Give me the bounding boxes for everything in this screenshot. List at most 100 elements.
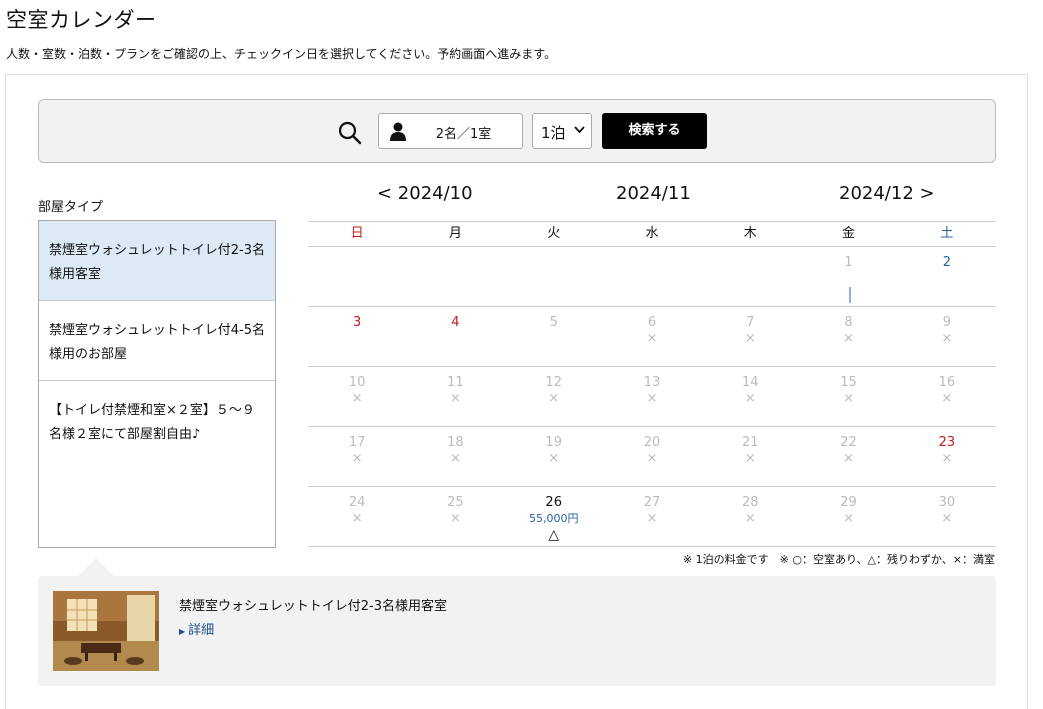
calendar-day-cell: 19 × [505,427,603,486]
day-number: 16 [938,375,956,390]
availability-mark: × [646,331,658,346]
detail-room-name: 禁煙室ウォシュレットトイレ付2-3名様用客室 [179,599,447,614]
calendar-day-cell: 1 [799,247,897,306]
availability-mark: × [843,331,855,346]
availability-mark: × [941,391,953,406]
legend-note: ※ 1泊の料金です ※ ○：空室あり、△：残りわずか、×：満室 [682,553,995,566]
calendar-day-cell: 12 × [505,367,603,426]
day-price: 55,000円 [528,512,579,525]
day-number: 2 [942,255,951,270]
day-number: 13 [643,375,661,390]
day-number: 24 [348,495,366,510]
day-number: 18 [447,435,464,450]
day-number: 17 [348,435,366,450]
calendar-day-cell: 28 × [701,487,799,546]
availability-mark: × [744,451,756,466]
day-number: 27 [643,495,661,510]
calendar-day-cell[interactable]: 26 55,000円 △ [505,487,603,546]
room-photo [53,591,159,671]
triangle-right-icon: ▶ [179,627,186,636]
calendar-day-cell: 9 × [898,307,996,366]
day-number: 29 [840,495,857,510]
day-number: 4 [451,315,460,330]
calendar-day-cell: 24 × [308,487,406,546]
search-button[interactable]: 検索する [602,113,707,149]
calendar-day-cell: 27 × [603,487,701,546]
calendar-day-cell: 22 × [799,427,897,486]
day-number: 10 [348,375,366,390]
calendar-day-cell: 11 × [406,367,504,426]
day-number: 3 [353,315,362,330]
calendar-body: 1 2 3 4 5 6 × 7 × 8 × 9 × 10 × 11 × 12 × 13 × 14 × 15 × 16 × 17 × 18 ×… [308,247,996,547]
weekday-label: 日 [350,226,364,241]
calendar-week-row: 12 [308,247,996,307]
availability-mark: × [941,331,953,346]
calendar-day-cell: 30 × [898,487,996,546]
availability-mark: × [351,511,363,526]
weekday-label: 土 [940,226,954,241]
day-number: 1 [844,255,853,270]
day-number: 9 [942,315,951,330]
calendar-day-cell: 17 × [308,427,406,486]
prev-month-link[interactable]: < 2024/10 [377,183,473,204]
calendar-day-cell: 23 × [898,427,996,486]
calendar-week-row: 3 4 5 6 × 7 × 8 × 9 × [308,307,996,367]
availability-mark: × [449,511,461,526]
calendar-panel: 2名／1室 1泊 検索する 部屋タイプ 禁煙室ウォシュレットトイレ付2-3名様用… [5,74,1028,709]
calendar-day-cell: 10 × [308,367,406,426]
calendar-empty-cell [603,247,701,306]
day-number: 15 [840,375,857,390]
calendar-day-cell: 29 × [799,487,897,546]
detail-link[interactable]: ▶ 詳細 [179,619,214,638]
room-type-item[interactable]: 禁煙室ウォシュレットトイレ付2-3名様用客室 [39,221,275,301]
availability-mark: △ [548,527,560,543]
calendar-day-cell: 21 × [701,427,799,486]
day-number: 21 [742,435,759,450]
weekday-header: 日 月 火 水 木 金 土 [308,222,996,247]
calendar-empty-cell [505,247,603,306]
weekday-label: 水 [645,226,659,241]
calendar-day-cell: 2 [898,247,996,306]
availability-mark: × [646,391,658,406]
day-number: 28 [742,495,759,510]
intro-text: 人数・室数・泊数・プランをご確認の上、チェックイン日を選択してください。予約画面… [6,47,557,61]
day-number: 22 [840,435,857,450]
availability-mark: × [744,331,756,346]
day-number: 26 [545,495,562,510]
room-type-item[interactable]: 【トイレ付禁煙和室×２室】５～９名様２室にて部屋割自由♪ [39,381,275,461]
nights-value: 1泊 [541,124,566,142]
weekday-label: 木 [743,226,757,241]
day-number: 30 [938,495,956,510]
calendar-week-row: 10 × 11 × 12 × 13 × 14 × 15 × 16 × [308,367,996,427]
search-icon [338,121,362,145]
availability-mark: × [548,451,560,466]
calendar-day-cell: 7 × [701,307,799,366]
availability-mark: × [548,391,560,406]
weekday-label: 月 [448,226,462,241]
calendar-week-row: 17 × 18 × 19 × 20 × 21 × 22 × 23 × [308,427,996,487]
room-detail-card: 禁煙室ウォシュレットトイレ付2-3名様用客室 ▶ 詳細 [38,576,996,686]
chevron-down-icon [574,126,585,134]
nights-select[interactable]: 1泊 [532,113,592,149]
guest-room-selector[interactable]: 2名／1室 [378,113,523,149]
day-number: 14 [742,375,759,390]
calendar-day-cell: 18 × [406,427,504,486]
day-number: 25 [447,495,464,510]
calendar-day-cell: 15 × [799,367,897,426]
room-type-label: 部屋タイプ [38,200,104,215]
search-bar: 2名／1室 1泊 検索する [38,99,996,163]
availability-mark: × [449,391,461,406]
next-month-link[interactable]: 2024/12 > [839,183,935,204]
calendar-empty-cell [308,247,406,306]
detail-link-label: 詳細 [188,623,215,638]
calendar-day-cell: 20 × [603,427,701,486]
calendar-day-cell: 8 × [799,307,897,366]
availability-mark: × [941,451,953,466]
page-title: 空室カレンダー [6,8,157,32]
calendar-empty-cell [701,247,799,306]
room-type-item[interactable]: 禁煙室ウォシュレットトイレ付4-5名様用のお部屋 [39,301,275,381]
day-number: 23 [938,435,956,450]
availability-mark: × [351,451,363,466]
availability-mark: × [843,451,855,466]
availability-mark: × [744,511,756,526]
